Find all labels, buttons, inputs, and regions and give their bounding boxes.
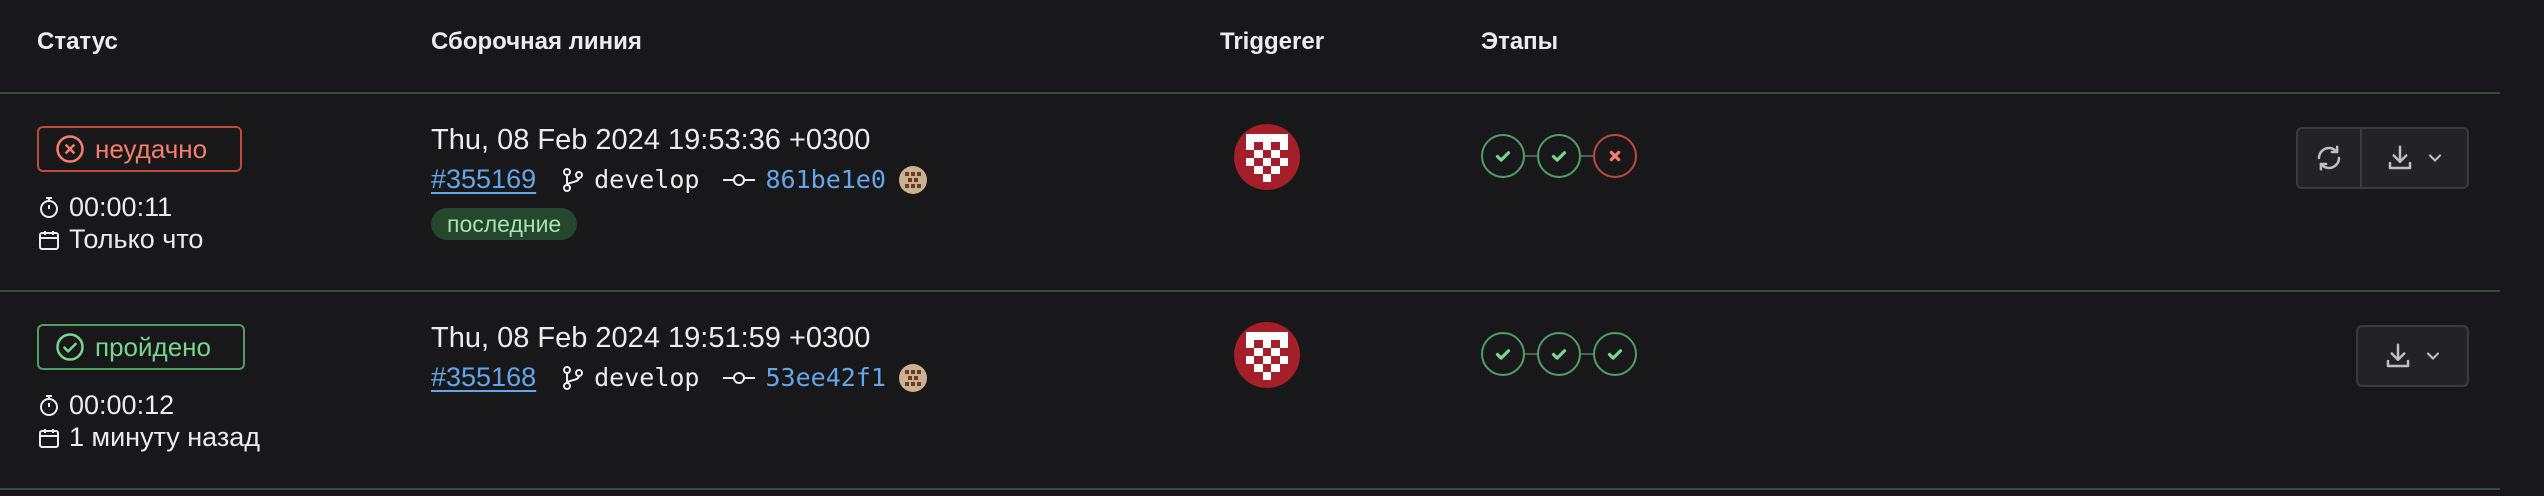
column-header-stages: Этапы	[1481, 28, 1559, 55]
branch-icon	[562, 365, 584, 391]
status-passed-icon	[56, 333, 84, 361]
status-label: неудачно	[95, 133, 208, 164]
pipeline-date: Thu, 08 Feb 2024 19:53:36 +0300	[431, 124, 871, 156]
commit-sha[interactable]: 861be1e0	[765, 165, 885, 194]
stage-failed[interactable]	[1593, 134, 1637, 178]
pipeline-id-link[interactable]: #355168	[431, 362, 536, 393]
row-divider	[0, 488, 2500, 490]
status-badge[interactable]: пройдено	[37, 324, 245, 370]
calendar-icon	[39, 428, 59, 448]
row-actions	[2296, 127, 2469, 189]
timer-icon	[40, 196, 58, 218]
check-icon	[1495, 151, 1511, 162]
status-failed-icon	[56, 135, 84, 163]
download-artifacts-button[interactable]	[2360, 129, 2467, 187]
retry-button[interactable]	[2298, 129, 2360, 187]
commit-sha[interactable]: 53ee42f1	[765, 363, 885, 392]
status-label: пройдено	[95, 331, 211, 362]
pipeline-info: #355169 develop 861be1e0	[431, 164, 928, 195]
download-icon	[2386, 343, 2409, 368]
check-icon	[1551, 151, 1567, 162]
column-header-triggerer: Triggerer	[1220, 28, 1325, 55]
pipeline-date: Thu, 08 Feb 2024 19:51:59 +0300	[431, 322, 871, 354]
stage-connector	[1581, 155, 1593, 157]
stage-success[interactable]	[1481, 332, 1525, 376]
stages-graph	[1481, 134, 1637, 178]
finished-time: Только что	[37, 224, 203, 255]
author-avatar-icon[interactable]	[898, 165, 928, 195]
table-row: неудачно 00:00:11 Только что Thu, 08 Feb…	[0, 94, 2500, 290]
stage-success[interactable]	[1537, 134, 1581, 178]
download-artifacts-button[interactable]	[2358, 327, 2467, 385]
finished-time: 1 минуту назад	[37, 422, 260, 453]
stage-success[interactable]	[1537, 332, 1581, 376]
author-avatar-icon[interactable]	[898, 363, 928, 393]
download-icon	[2388, 145, 2411, 170]
triggerer-avatar[interactable]	[1234, 322, 1300, 388]
timer-icon	[40, 394, 58, 416]
branch-name[interactable]: develop	[594, 165, 699, 194]
stage-connector	[1525, 155, 1537, 157]
stage-success[interactable]	[1593, 332, 1637, 376]
latest-tag: последние	[431, 208, 578, 240]
check-icon	[1495, 349, 1511, 360]
stages-graph	[1481, 332, 1637, 376]
branch-name[interactable]: develop	[594, 363, 699, 392]
status-badge[interactable]: неудачно	[37, 126, 242, 172]
finished-value: 1 минуту назад	[69, 422, 261, 452]
pipeline-info: #355168 develop 53ee42f1	[431, 362, 928, 393]
column-header-status: Статус	[37, 28, 118, 55]
check-icon	[1551, 349, 1567, 360]
commit-icon	[723, 170, 756, 190]
duration: 00:00:11	[37, 192, 172, 223]
x-icon	[1609, 150, 1621, 162]
stage-success[interactable]	[1481, 134, 1525, 178]
pipeline-id-link[interactable]: #355169	[431, 164, 536, 195]
triggerer-avatar[interactable]	[1234, 124, 1300, 190]
check-icon	[1607, 349, 1623, 360]
chevron-down-icon	[2428, 154, 2441, 162]
stage-connector	[1581, 353, 1593, 355]
column-header-pipeline: Сборочная линия	[431, 28, 642, 55]
retry-icon	[2317, 145, 2341, 171]
finished-value: Только что	[69, 224, 204, 254]
table-row: пройдено 00:00:12 1 минуту назад Thu, 08…	[0, 292, 2500, 492]
duration-value: 00:00:12	[69, 390, 175, 420]
branch-icon	[562, 167, 584, 193]
chevron-down-icon	[2426, 352, 2439, 360]
duration-value: 00:00:11	[69, 192, 173, 222]
calendar-icon	[39, 230, 59, 250]
commit-icon	[723, 368, 756, 388]
duration: 00:00:12	[37, 390, 174, 421]
row-actions	[2356, 325, 2469, 387]
stage-connector	[1525, 353, 1537, 355]
